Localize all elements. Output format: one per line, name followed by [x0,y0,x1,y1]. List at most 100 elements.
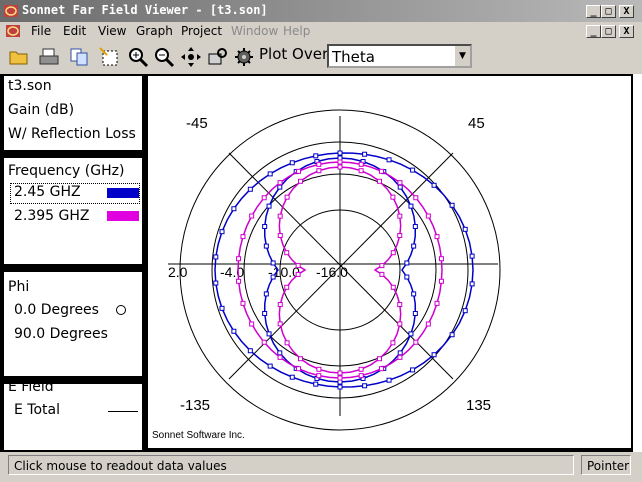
magenta-inner-marker [295,263,301,269]
magenta-outer-marker [277,180,283,186]
phi-panel: Phi 0.0 Degrees 90.0 Degrees [4,272,142,376]
magenta-inner-marker [337,164,343,170]
blue-outer-marker [213,280,219,286]
magenta-inner-marker [379,271,385,277]
settings-icon[interactable] [233,46,255,68]
status-mode: Pointer [581,455,631,475]
blue-inner-marker [337,155,343,161]
magenta-outer-marker [438,256,444,262]
status-message: Click mouse to readout data values [8,455,574,475]
print-icon[interactable] [38,46,60,68]
chevron-down-icon[interactable]: ▼ [454,46,470,66]
blue-inner-marker [262,224,268,229]
polar-chart-svg[interactable]: -45 45 -135 135 2.0 -4.0 -10.0 -16.0 Son… [148,76,631,448]
credit-label: Sonnet Software Inc. [152,430,245,441]
pan-icon[interactable] [180,46,202,68]
magenta-inner-marker [397,213,403,219]
blue-outer-marker [289,160,295,166]
efield-item-label[interactable]: E Total [14,402,60,418]
blue-outer-marker [410,367,416,373]
frequency-panel: Frequency (GHz) 2.45 GHZ 2.395 GHZ [4,158,142,264]
blue-outer-marker [462,226,468,232]
menu-bar: File Edit View Graph Project Window Help… [0,22,642,40]
menu-project[interactable]: Project [181,24,222,38]
series-swatch [107,211,139,221]
title-bar: Sonnet Far Field Viewer - [t3.son] _ □ X [0,0,642,22]
magenta-outer-marker [337,375,343,381]
magenta-outer-marker [397,354,403,360]
ring-tick-label: -4.0 [220,264,244,280]
blue-inner-marker [408,203,414,209]
blue-outer-marker [219,305,225,311]
blue-inner-marker [397,350,403,356]
open-icon[interactable] [8,46,30,68]
frequency-heading: Frequency (GHz) [8,163,125,179]
blue-outer-marker [386,377,392,383]
magenta-outer-marker [434,300,440,306]
magenta-inner-marker [284,284,290,290]
document-icon[interactable] [5,23,21,39]
child-restore-button[interactable]: □ [601,25,616,38]
blue-outer-marker [247,186,253,192]
menu-edit[interactable]: Edit [63,24,86,38]
blue-outer-marker [267,363,273,369]
magenta-outer-marker [397,180,403,186]
app-icon[interactable] [3,3,19,19]
ring-tick-label: 2.0 [168,264,188,280]
blue-outer-marker [362,383,368,389]
blue-inner-marker [412,224,418,229]
minimize-button[interactable]: _ [586,5,601,18]
angle-tick-label: -135 [180,397,210,414]
menu-help[interactable]: Help [283,24,310,38]
child-minimize-button[interactable]: _ [586,25,601,38]
child-close-button[interactable]: X [619,25,634,38]
magenta-inner-marker [390,194,396,200]
maximize-button[interactable]: □ [601,5,616,18]
menu-graph[interactable]: Graph [136,24,173,38]
phi-item-label[interactable]: 90.0 Degrees [14,326,108,342]
magenta-outer-marker [358,373,364,379]
magenta-inner-marker [277,302,283,307]
magenta-inner-marker [316,168,322,174]
menu-window[interactable]: Window [231,24,278,38]
magenta-outer-marker [316,373,322,379]
select-region-icon[interactable] [98,46,120,68]
ring-tick-label: -16.0 [316,264,348,280]
efield-panel: E Field E Total [4,384,142,450]
magenta-outer-marker [434,234,440,240]
phi-item-label[interactable]: 0.0 Degrees [14,302,99,318]
blue-inner-marker [277,184,283,190]
close-button[interactable]: X [619,5,634,18]
window-edge [633,74,642,452]
rotate-icon[interactable] [206,46,228,68]
magenta-inner-marker [297,178,303,184]
frequency-item-label[interactable]: 2.395 GHZ [14,208,90,224]
circle-marker-icon [116,305,126,315]
plot-over-select[interactable]: Theta ▼ [327,44,472,68]
zoom-in-icon[interactable] [127,46,149,68]
magenta-outer-marker [249,321,255,327]
series-swatch [107,188,139,198]
zoom-out-icon[interactable] [153,46,175,68]
magenta-inner-marker [397,233,403,238]
magenta-outer-marker [236,278,242,284]
magenta-outer-marker [261,195,267,201]
blue-outer-marker [313,153,319,159]
menu-file[interactable]: File [31,24,51,38]
blue-outer-marker [213,254,219,260]
menu-view[interactable]: View [98,24,126,38]
magenta-outer-marker [249,213,255,219]
window-title: Sonnet Far Field Viewer - [t3.son] [22,3,268,17]
magenta-inner-marker [277,213,283,219]
magenta-inner-marker [377,356,383,362]
copy-icon[interactable] [68,46,90,68]
blue-outer-marker [410,167,416,173]
blue-outer-marker [313,381,319,387]
magenta-outer-marker [261,339,267,345]
polar-plot[interactable]: -45 45 -135 135 2.0 -4.0 -10.0 -16.0 Son… [148,76,631,448]
blue-inner-marker [266,331,272,337]
blue-inner-marker [411,243,417,249]
blue-outer-marker [449,202,455,208]
magenta-outer-marker [378,168,384,174]
file-name: t3.son [8,78,52,94]
